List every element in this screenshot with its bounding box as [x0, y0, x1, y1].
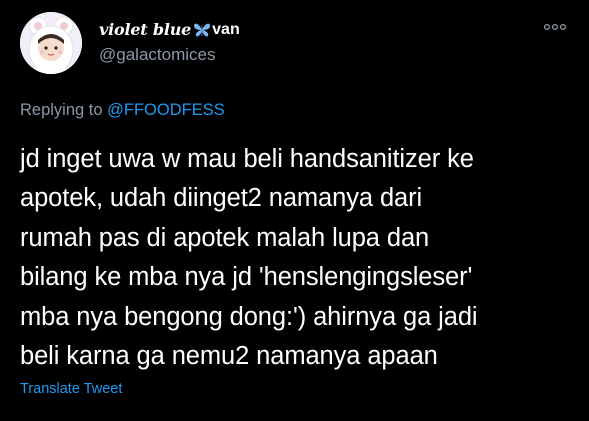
more-options-icon [543, 23, 567, 31]
tweet-text-line: rumah pas di apotek malah lupa dan [20, 223, 430, 252]
translate-tweet-link[interactable]: Translate Tweet [20, 381, 122, 397]
display-name-suffix: van [212, 20, 240, 38]
author-name-row[interactable]: violet blue van [99, 20, 240, 39]
butterfly-icon [193, 22, 211, 38]
avatar-image [20, 12, 82, 74]
tweet-text: jd inget uwa w mau beli handsanitizer ke… [20, 140, 580, 376]
more-options-button[interactable] [541, 18, 569, 36]
avatar[interactable] [20, 12, 82, 74]
display-name: violet blue [99, 20, 192, 39]
tweet-text-line: mba nya bengong dong:') ahirnya ga jadi [20, 302, 478, 331]
reply-context: Replying to @FFOODFESS [20, 101, 225, 120]
tweet-text-line: beli karna ga nemu2 namanya apaan [20, 342, 438, 371]
reply-mention-link[interactable]: @FFOODFESS [107, 101, 225, 119]
tweet-text-line: apotek, udah diinget2 namanya dari [20, 184, 423, 213]
reply-prefix: Replying to [20, 101, 108, 119]
tweet: violet blue van @galactomices Replying t… [0, 0, 589, 421]
author-handle[interactable]: @galactomices [99, 45, 215, 65]
tweet-text-line: bilang ke mba nya jd 'henslengingsleser' [20, 263, 473, 292]
tweet-text-line: jd inget uwa w mau beli handsanitizer ke [20, 145, 474, 173]
